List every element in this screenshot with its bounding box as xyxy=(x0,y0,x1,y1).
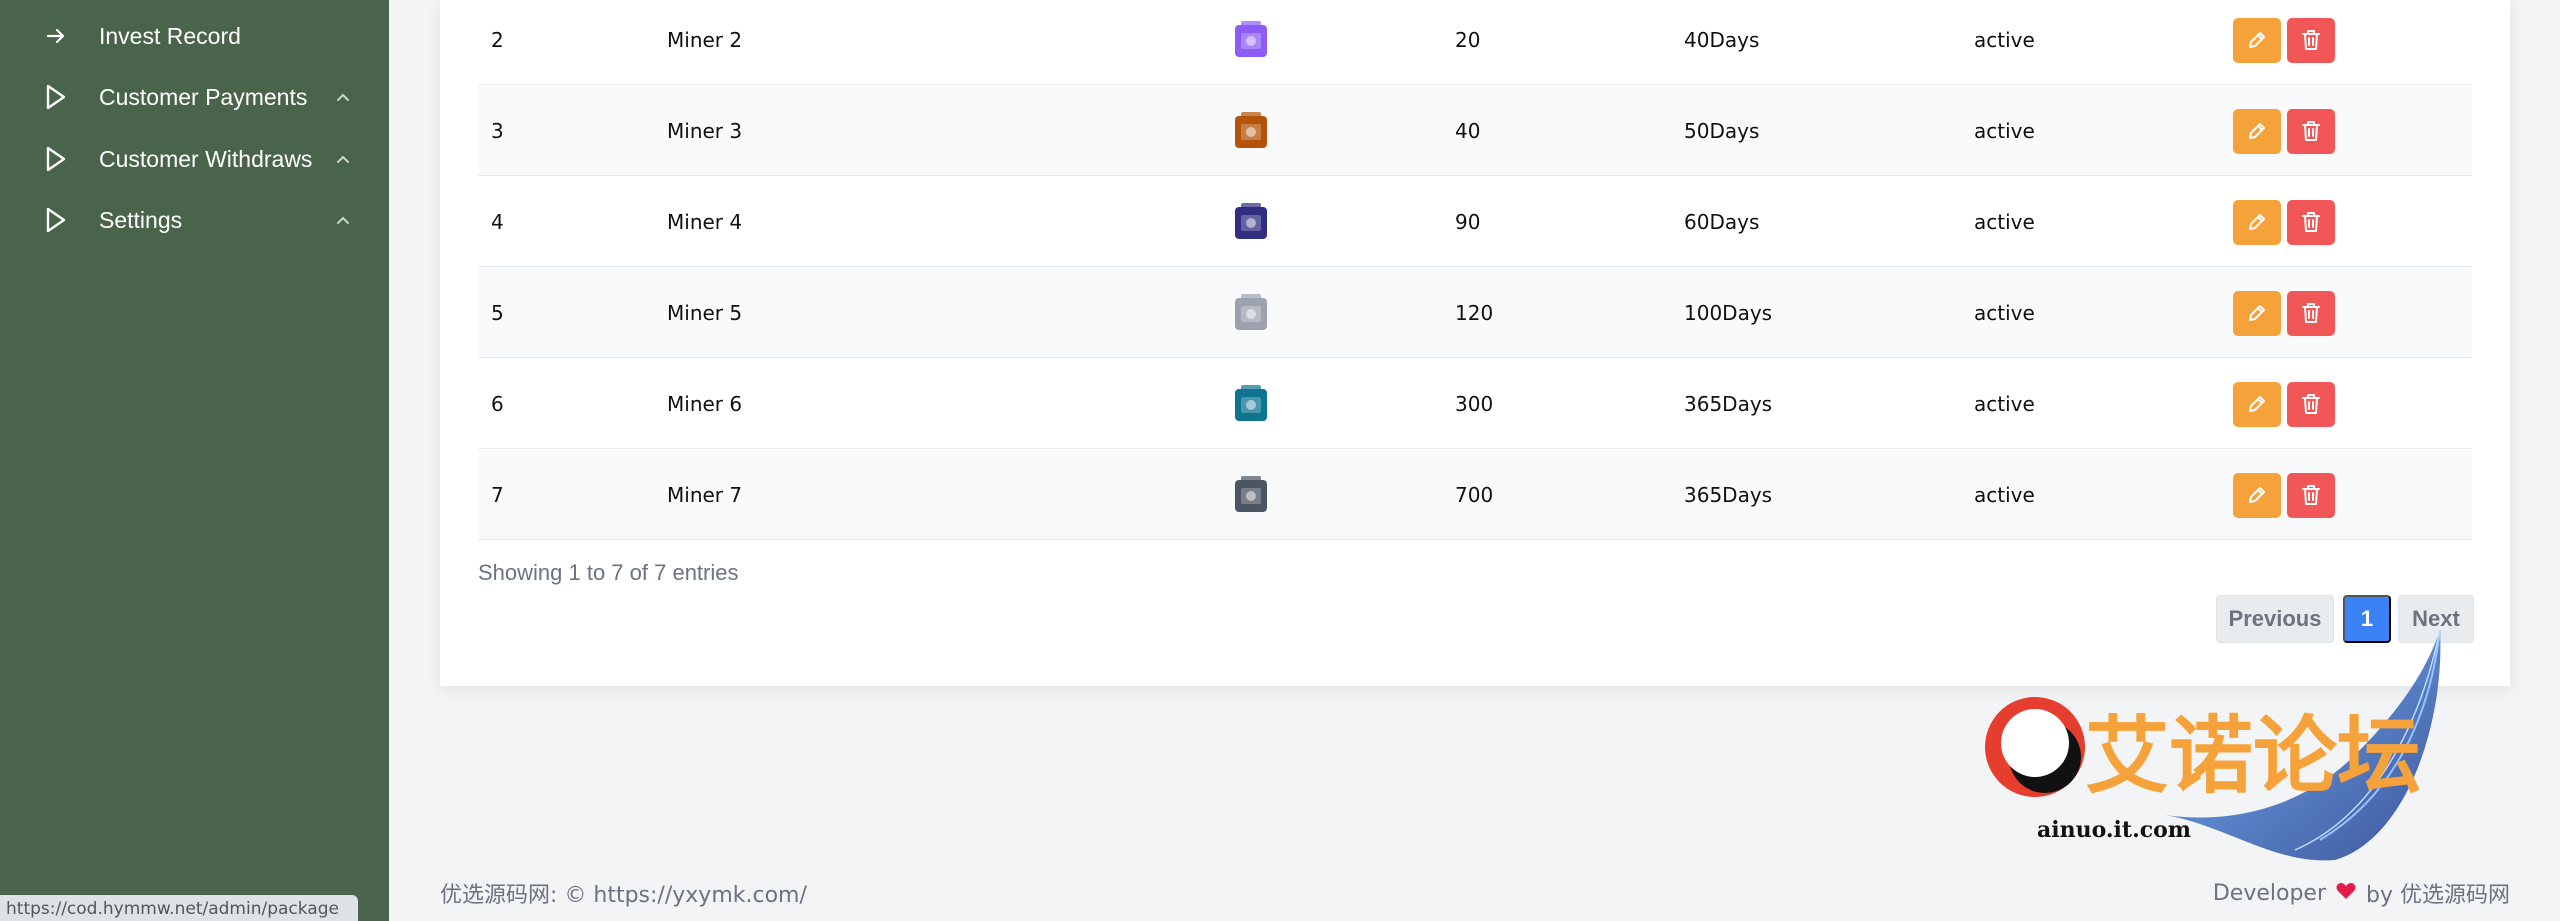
browser-status-url: https://cod.hymmw.net/admin/package xyxy=(0,895,358,921)
trash-icon xyxy=(2302,212,2320,232)
sidebar-item-customer-payments[interactable]: Customer Payments xyxy=(0,68,389,126)
miner-image xyxy=(1218,268,1286,358)
edit-button[interactable] xyxy=(2233,108,2281,154)
row-id: 4 xyxy=(491,210,504,234)
row-actions xyxy=(2233,86,2335,176)
row-price: 700 xyxy=(1455,483,1494,507)
pencil-icon xyxy=(2249,487,2265,503)
sidebar-item-label: Customer Withdraws xyxy=(99,145,313,172)
footer-credit: Developer by 优选源码网 xyxy=(2213,877,2510,909)
sidebar-item-label: Settings xyxy=(99,206,183,233)
trash-icon xyxy=(2302,303,2320,323)
trash-icon xyxy=(2302,485,2320,505)
miner-image xyxy=(1218,86,1286,176)
row-actions xyxy=(2233,359,2335,449)
row-status: active xyxy=(1974,28,2035,52)
heart-icon xyxy=(2336,881,2356,906)
delete-button[interactable] xyxy=(2287,381,2335,427)
delete-button[interactable] xyxy=(2287,472,2335,518)
edit-button[interactable] xyxy=(2233,17,2281,63)
row-id: 3 xyxy=(491,119,504,143)
row-duration: 365Days xyxy=(1684,392,1773,416)
play-outline-icon xyxy=(44,83,68,111)
row-price: 40 xyxy=(1455,119,1481,143)
delete-button[interactable] xyxy=(2287,17,2335,63)
sidebar-item-customer-withdraws[interactable]: Customer Withdraws xyxy=(0,130,389,188)
miner-image xyxy=(1218,177,1286,267)
row-id: 6 xyxy=(491,392,504,416)
table-row: 7 Miner 7 700 365Days active xyxy=(478,450,2472,540)
chevron-up-icon[interactable] xyxy=(333,210,353,230)
miner-image xyxy=(1218,450,1286,540)
row-actions xyxy=(2233,177,2335,267)
trash-icon xyxy=(2302,121,2320,141)
row-price: 120 xyxy=(1455,301,1494,325)
row-name: Miner 7 xyxy=(667,483,743,507)
delete-button[interactable] xyxy=(2287,199,2335,245)
row-name: Miner 2 xyxy=(667,28,743,52)
footer-copyright: 优选源码网: © https://yxymk.com/ xyxy=(440,883,807,908)
row-duration: 100Days xyxy=(1684,301,1773,325)
row-duration: 50Days xyxy=(1684,119,1760,143)
row-id: 2 xyxy=(491,28,504,52)
sidebar: Invest Record Customer Payments Customer… xyxy=(0,0,389,921)
table-row: 4 Miner 4 90 60Days active xyxy=(478,177,2472,267)
row-price: 90 xyxy=(1455,210,1481,234)
sidebar-item-label: Invest Record xyxy=(99,22,241,49)
row-name: Miner 5 xyxy=(667,301,743,325)
row-duration: 365Days xyxy=(1684,483,1773,507)
row-actions xyxy=(2233,450,2335,540)
row-name: Miner 4 xyxy=(667,210,743,234)
play-outline-icon xyxy=(44,206,68,234)
delete-button[interactable] xyxy=(2287,108,2335,154)
row-price: 20 xyxy=(1455,28,1481,52)
table-row: 2 Miner 2 20 40Days active xyxy=(478,0,2472,85)
miner-image xyxy=(1218,359,1286,449)
edit-button[interactable] xyxy=(2233,472,2281,518)
row-name: Miner 3 xyxy=(667,119,743,143)
pencil-icon xyxy=(2249,32,2265,48)
row-status: active xyxy=(1974,392,2035,416)
pencil-icon xyxy=(2249,214,2265,230)
pencil-icon xyxy=(2249,305,2265,321)
trash-icon xyxy=(2302,394,2320,414)
watermark-url: ainuo.it.com xyxy=(2037,817,2191,843)
row-duration: 60Days xyxy=(1684,210,1760,234)
table-row: 5 Miner 5 120 100Days active xyxy=(478,268,2472,358)
row-duration: 40Days xyxy=(1684,28,1760,52)
footer-developer: Developer xyxy=(2212,880,2327,906)
row-status: active xyxy=(1974,301,2035,325)
edit-button[interactable] xyxy=(2233,381,2281,427)
sidebar-item-invest-record[interactable]: Invest Record xyxy=(0,7,389,65)
row-actions xyxy=(2233,0,2335,85)
row-status: active xyxy=(1974,210,2035,234)
edit-button[interactable] xyxy=(2233,290,2281,336)
play-outline-icon xyxy=(44,145,68,173)
row-id: 7 xyxy=(491,483,504,507)
table-row: 3 Miner 3 40 50Days active xyxy=(478,86,2472,176)
row-id: 5 xyxy=(491,301,504,325)
sidebar-item-settings[interactable]: Settings xyxy=(0,191,389,249)
row-status: active xyxy=(1974,119,2035,143)
delete-button[interactable] xyxy=(2287,290,2335,336)
row-name: Miner 6 xyxy=(667,392,743,416)
row-actions xyxy=(2233,268,2335,358)
pencil-icon xyxy=(2249,396,2265,412)
chevron-up-icon[interactable] xyxy=(333,149,353,169)
row-price: 300 xyxy=(1455,392,1494,416)
arrow-right-icon xyxy=(44,22,68,50)
sidebar-item-label: Customer Payments xyxy=(99,83,308,110)
edit-button[interactable] xyxy=(2233,199,2281,245)
table-row: 6 Miner 6 300 365Days active xyxy=(478,359,2472,449)
row-status: active xyxy=(1974,483,2035,507)
footer-by: by 优选源码网 xyxy=(2366,883,2510,908)
forum-watermark: 艾诺论坛 ainuo.it.com xyxy=(1975,625,2455,870)
pencil-icon xyxy=(2249,123,2265,139)
watermark-title: 艾诺论坛 xyxy=(2085,707,2421,805)
trash-icon xyxy=(2302,30,2320,50)
miner-image xyxy=(1218,0,1286,85)
chevron-up-icon[interactable] xyxy=(333,87,353,107)
entries-info: Showing 1 to 7 of 7 entries xyxy=(478,560,739,585)
